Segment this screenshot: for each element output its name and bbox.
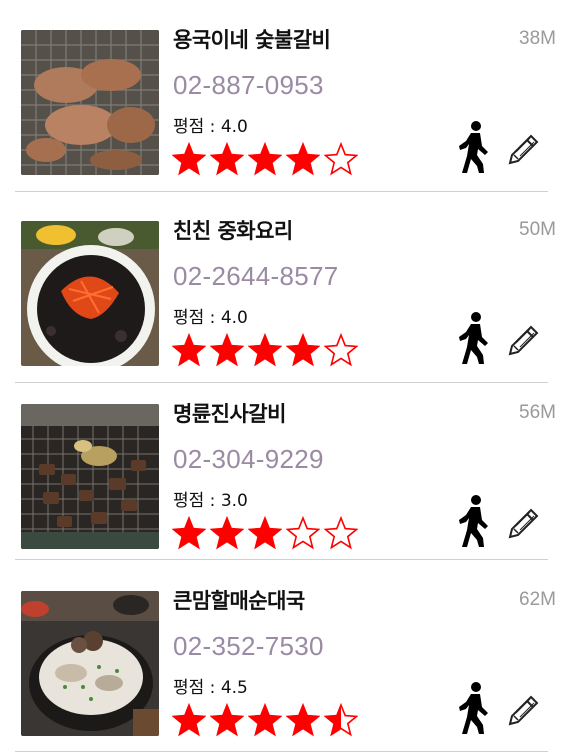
distance-label: 62M — [519, 589, 556, 610]
walking-person-icon[interactable] — [458, 311, 490, 365]
distance-label: 56M — [519, 402, 556, 423]
star-filled-icon — [286, 333, 320, 367]
star-filled-icon — [210, 142, 244, 176]
rating-label: 평점 : 4.0 — [173, 117, 248, 137]
rating-label: 평점 : 4.0 — [173, 308, 248, 328]
restaurant-name: 용국이네 숯불갈비 — [173, 28, 331, 52]
rating-label: 평점 : 3.0 — [173, 491, 248, 511]
restaurant-photo — [21, 221, 159, 366]
star-outline-icon — [324, 333, 358, 367]
list-item[interactable]: 큰맘할매순대국 62M 02-352-7530 평점 : 4.5 — [0, 561, 570, 752]
star-filled-icon — [248, 333, 282, 367]
walking-person-icon[interactable] — [458, 681, 490, 735]
star-filled-icon — [210, 333, 244, 367]
restaurant-photo — [21, 404, 159, 549]
walking-person-icon[interactable] — [458, 494, 490, 548]
star-filled-icon — [172, 142, 206, 176]
restaurant-photo — [21, 30, 159, 175]
pencil-icon[interactable] — [507, 323, 541, 357]
star-outline-icon — [286, 516, 320, 550]
restaurant-name: 친친 중화요리 — [173, 219, 293, 243]
divider — [15, 559, 548, 560]
walking-person-icon[interactable] — [458, 120, 490, 174]
star-filled-icon — [286, 142, 320, 176]
pencil-icon[interactable] — [507, 132, 541, 166]
phone-number[interactable]: 02-887-0953 — [173, 70, 324, 101]
restaurant-photo — [21, 591, 159, 736]
star-filled-icon — [172, 516, 206, 550]
star-filled-icon — [172, 333, 206, 367]
star-filled-icon — [248, 142, 282, 176]
star-half-icon — [324, 703, 358, 737]
star-filled-icon — [248, 516, 282, 550]
distance-label: 38M — [519, 28, 556, 49]
star-rating — [172, 516, 362, 550]
star-filled-icon — [210, 703, 244, 737]
list-item[interactable]: 친친 중화요리 50M 02-2644-8577 평점 : 4.0 — [0, 191, 570, 383]
star-filled-icon — [210, 516, 244, 550]
star-rating — [172, 333, 362, 367]
restaurant-name: 큰맘할매순대국 — [173, 589, 305, 613]
phone-number[interactable]: 02-304-9229 — [173, 444, 324, 475]
star-rating — [172, 703, 362, 737]
pencil-icon[interactable] — [507, 506, 541, 540]
star-rating — [172, 142, 362, 176]
star-filled-icon — [286, 703, 320, 737]
star-filled-icon — [172, 703, 206, 737]
list-item[interactable]: 용국이네 숯불갈비 38M 02-887-0953 평점 : 4.0 — [0, 0, 570, 192]
star-filled-icon — [248, 703, 282, 737]
list-item[interactable]: 명륜진사갈비 56M 02-304-9229 평점 : 3.0 — [0, 374, 570, 560]
star-outline-icon — [324, 142, 358, 176]
rating-label: 평점 : 4.5 — [173, 678, 248, 698]
pencil-icon[interactable] — [507, 693, 541, 727]
distance-label: 50M — [519, 219, 556, 240]
phone-number[interactable]: 02-352-7530 — [173, 631, 324, 662]
star-outline-icon — [324, 516, 358, 550]
divider — [15, 751, 548, 752]
restaurant-name: 명륜진사갈비 — [173, 402, 286, 426]
phone-number[interactable]: 02-2644-8577 — [173, 261, 339, 292]
